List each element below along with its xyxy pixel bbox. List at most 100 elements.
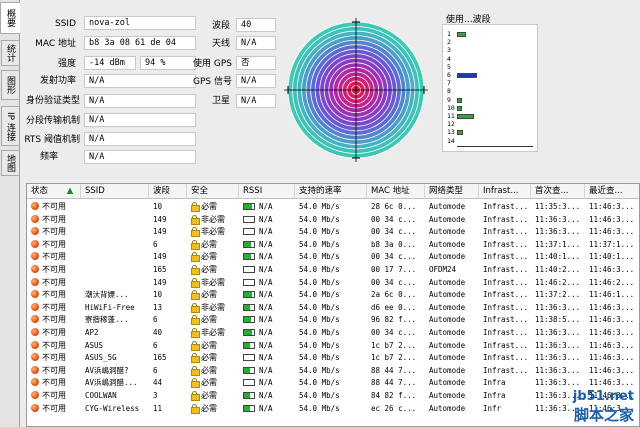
ssid-cell: COOLWAN (85, 391, 117, 400)
auth-type-value: N/A (84, 94, 196, 108)
tab-map[interactable]: 地图 (1, 150, 19, 176)
security-cell: 必需 (189, 239, 241, 250)
status-dot-icon (31, 277, 39, 286)
security-text: 必需 (201, 403, 217, 413)
column-header-label: SSID (85, 186, 105, 196)
table-row[interactable]: 不可用 149 非必需 N/A 54.0 Mb/s 00 34 c... Automode I… (27, 277, 639, 288)
tab-ip-connections[interactable]: IP 连接 (1, 106, 19, 146)
status-dot-icon (31, 227, 39, 236)
rssi-cell: N/A (241, 239, 297, 250)
rssi-bar-fill (244, 330, 252, 335)
table-row[interactable]: 不可用 149 必需 N/A 54.0 Mb/s 00 34 c... Automode In… (27, 251, 639, 263)
table-row[interactable]: 不可用 165 必需 N/A 54.0 Mb/s 00 17 7... OFDM24 Infr… (27, 264, 639, 275)
mac-cell: 00 34 c... (371, 328, 417, 337)
rssi-bar (243, 253, 255, 261)
column-header[interactable]: 安全 (187, 184, 239, 199)
column-header[interactable]: 波段 (149, 184, 187, 199)
channel-label: 9 (447, 95, 451, 104)
channel-cell: 40 (153, 328, 163, 337)
network-type-cell: Automode (429, 290, 466, 300)
status-text: 不可用 (42, 227, 66, 237)
status-text: 不可用 (42, 315, 66, 325)
table-row[interactable]: 不可用 寮揩稼蓬... 6 必需 N/A 54.0 Mb/s 96 82 f... Autom… (27, 314, 639, 326)
infrastructure-cell: Infrast... (483, 302, 529, 312)
table-row[interactable]: 不可用 ASUS 6 必需 N/A 54.0 Mb/s 1c b7 2... Automode… (27, 340, 639, 351)
table-row[interactable]: 不可用 AV浜嶋洞醋... 44 必需 N/A 54.0 Mb/s 88 44 7... Au… (27, 377, 639, 389)
tab-graphs[interactable]: 图形 (1, 70, 19, 100)
security-text: 必需 (201, 202, 217, 211)
network-type-cell: OFDM24 (429, 265, 457, 274)
column-header[interactable]: Infrast... (479, 184, 531, 199)
mac-cell: 88 44 7... (371, 378, 417, 388)
network-type-cell: Automode (429, 353, 466, 363)
status-dot-icon (31, 252, 39, 261)
tab-overview[interactable]: 概要 (0, 2, 20, 34)
security-cell: 非必需 (189, 302, 241, 313)
rssi-cell: N/A (241, 214, 297, 225)
rssi-bar (243, 404, 255, 412)
table-row[interactable]: 不可用 149 非必需 N/A 54.0 Mb/s 00 34 c... Automode I… (27, 214, 639, 225)
table-row[interactable]: 不可用 ASUS_5G 165 必需 N/A 54.0 Mb/s 1c b7 2... Aut… (27, 352, 639, 364)
rssi-bar (243, 215, 255, 223)
lock-icon (191, 391, 200, 401)
rate-cell: 54.0 Mb/s (299, 202, 340, 211)
infrastructure-cell: Infrast... (483, 365, 529, 375)
last-seen-cell: 11:46:2... (589, 277, 635, 287)
column-header[interactable]: SSID (81, 184, 149, 199)
security-cell: 必需 (189, 314, 241, 326)
network-type-cell: Automode (429, 365, 466, 375)
status-text: 不可用 (42, 378, 66, 388)
tab-statistics[interactable]: 统计 (1, 40, 19, 66)
column-header[interactable]: 首次查... (531, 184, 585, 199)
channel-usage-bar (457, 32, 466, 37)
infrastructure-cell: Infra (483, 391, 506, 400)
status-dot-icon (31, 202, 39, 210)
mac-cell: 2a 6c 0... (371, 290, 417, 300)
last-seen-cell: 11:46:3... (589, 214, 635, 224)
gps-signal-label: GPS 信号 (193, 77, 232, 87)
last-seen-cell: 11:46:3... (589, 227, 635, 237)
gps-signal-value: N/A (236, 74, 276, 88)
rate-cell: 54.0 Mb/s (299, 265, 340, 274)
column-header[interactable]: 支持的速率 (295, 184, 367, 199)
lock-icon (191, 403, 200, 414)
infrastructure-cell: Infrast... (483, 239, 529, 249)
column-header[interactable]: RSSI (239, 184, 295, 199)
table-row[interactable]: 不可用 AV浜嶋洞醋? 6 必需 N/A 54.0 Mb/s 88 44 7... Autom… (27, 365, 639, 376)
column-header[interactable]: 最近查... (585, 184, 639, 199)
rate-cell: 54.0 Mb/s (299, 239, 340, 249)
table-row[interactable]: 不可用 潮汏背嫖... 10 必需 N/A 54.0 Mb/s 2a 6c 0... Auto… (27, 289, 639, 301)
security-cell: 必需 (189, 340, 241, 351)
rssi-bar (243, 354, 255, 362)
status-text: 不可用 (42, 353, 66, 363)
last-seen-cell: 11:46:3... (589, 340, 635, 350)
column-header[interactable]: 状态 ▲ (27, 184, 81, 199)
lock-icon (191, 378, 200, 389)
infrastructure-cell: Infrast... (483, 290, 529, 300)
table-row[interactable]: 不可用 149 非必需 N/A 54.0 Mb/s 00 34 c... Automode I… (27, 226, 639, 238)
tab-ip-label: IP 连接 (5, 111, 15, 141)
table-row[interactable]: 不可用 10 必需 N/A 54.0 Mb/s 28 6c 0... Automode Inf… (27, 201, 639, 212)
table-row[interactable]: 不可用 AP2 40 非必需 N/A 54.0 Mb/s 00 34 c... Automod… (27, 327, 639, 338)
status-cell: 不可用 (29, 302, 81, 313)
channel-label: 14 (447, 136, 455, 145)
network-type-cell: Automode (429, 340, 466, 350)
table-row[interactable]: 不可用 CYG-Wireless 11 必需 N/A 54.0 Mb/s ec 26 c..… (27, 403, 639, 414)
tab-overview-label: 概要 (5, 9, 15, 27)
status-dot-icon (31, 340, 39, 349)
table-row[interactable]: 不可用 6 必需 N/A 54.0 Mb/s b8 3a 0... Automode Infr… (27, 239, 639, 250)
table-row[interactable]: 不可用 COOLWAN 3 必需 N/A 54.0 Mb/s 84 82 f... Autom… (27, 390, 639, 401)
frequency-value: N/A (84, 150, 196, 164)
column-header[interactable]: MAC 地址 (367, 184, 425, 199)
channel-label: 6 (447, 71, 451, 79)
column-header[interactable]: 网络类型 (425, 184, 479, 199)
table-row[interactable]: 不可用 HiWiFi-Free 13 非必需 N/A 54.0 Mb/s d6 ee 0..… (27, 302, 639, 313)
rate-cell: 54.0 Mb/s (299, 378, 340, 388)
rate-cell: 54.0 Mb/s (299, 214, 340, 224)
rssi-bar-fill (244, 367, 250, 373)
rssi-text: N/A (259, 239, 273, 249)
infrastructure-cell: Infrast... (483, 340, 529, 350)
rssi-bar (243, 240, 255, 248)
mac-cell: 00 34 c... (371, 214, 417, 224)
infrastructure-cell: Infrast... (483, 328, 529, 337)
